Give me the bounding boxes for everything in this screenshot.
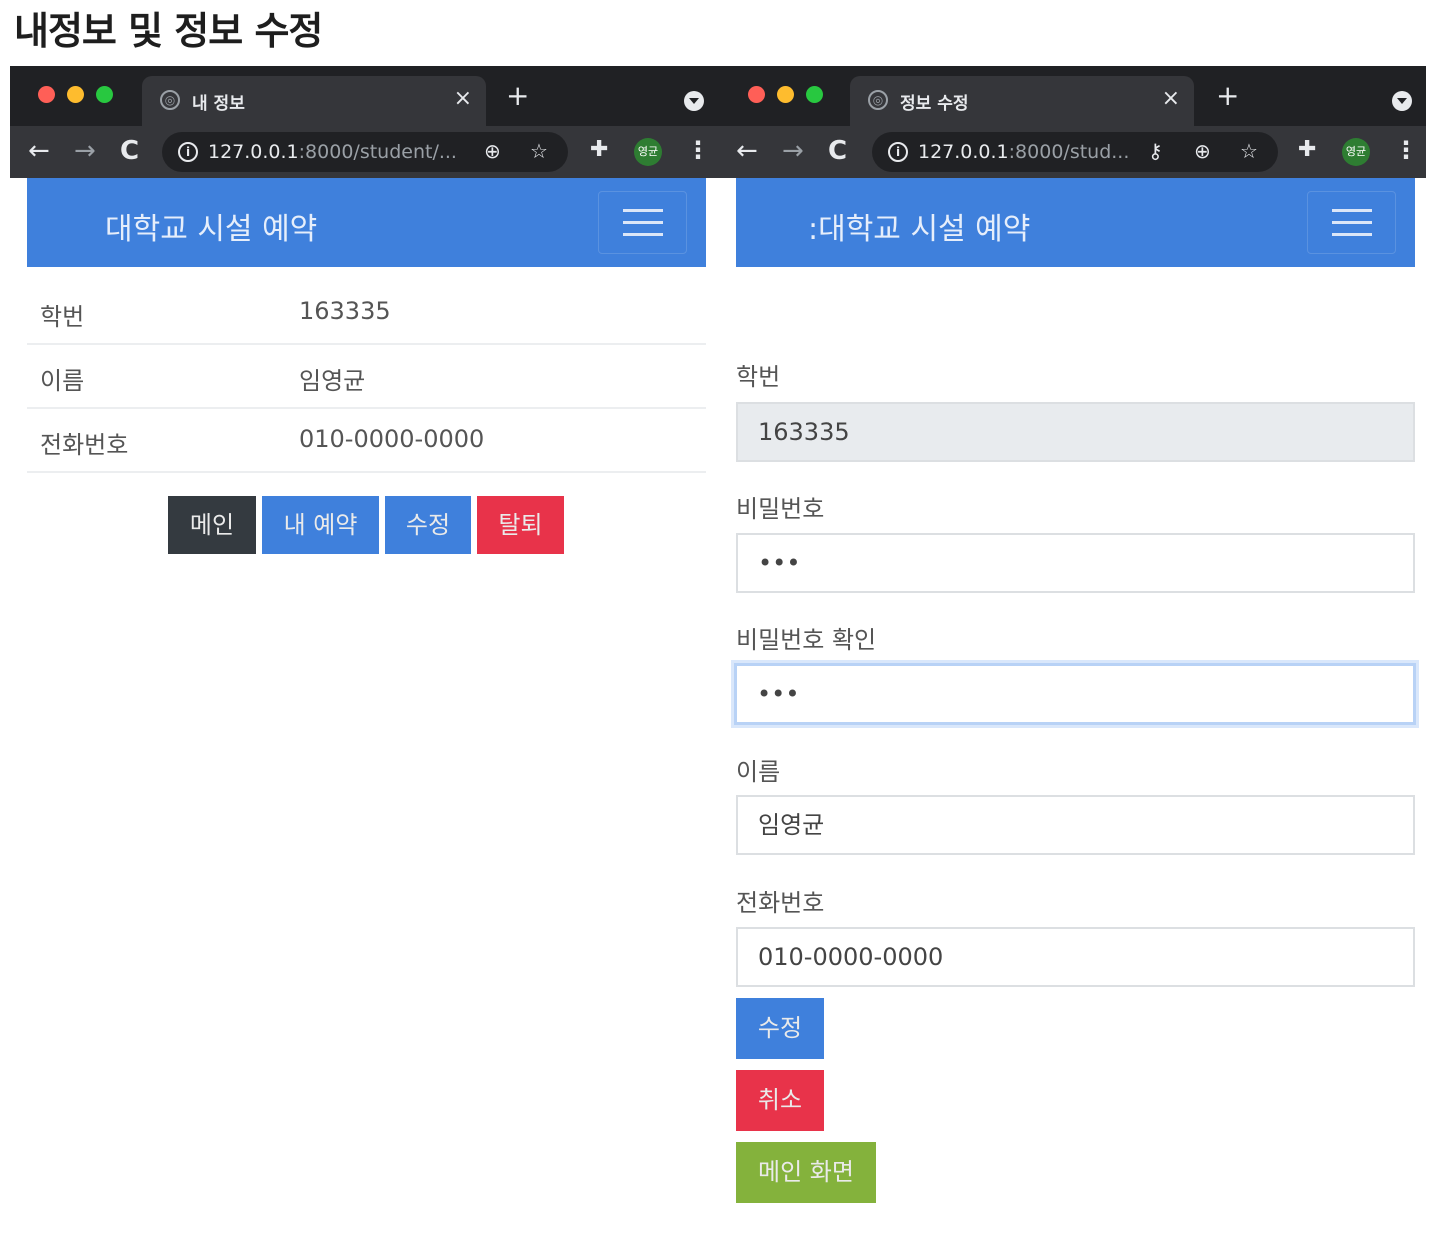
browser-toolbar: ← → C i 127.0.0.1:8000/student/... ⊕ ☆ ✚… (10, 126, 718, 178)
tab-title: 내 정보 (192, 94, 245, 114)
student-id-label: 학번 (736, 363, 781, 391)
address-bar[interactable]: i 127.0.0.1:8000/stud... ⚷ ⊕ ☆ (872, 132, 1278, 172)
tab-edit-info[interactable]: ◎ 정보 수정 × (850, 76, 1194, 126)
back-arrow-icon[interactable]: ← (28, 136, 50, 166)
profile-avatar[interactable]: 영균 (1342, 138, 1370, 166)
close-window-button[interactable] (748, 86, 765, 103)
phone-label: 전화번호 (736, 889, 825, 917)
extensions-icon[interactable]: ✚ (590, 137, 608, 162)
action-button-group: 메인 내 예약 수정 탈퇴 (10, 496, 718, 554)
forward-arrow-icon[interactable]: → (782, 136, 804, 166)
new-tab-icon[interactable]: + (506, 82, 529, 110)
bookmark-star-icon[interactable]: ☆ (1240, 139, 1258, 163)
table-row: 전화번호 010-0000-0000 (27, 409, 706, 473)
phone-label: 전화번호 (40, 431, 129, 459)
site-navbar: 대학교 시설 예약 (27, 178, 706, 267)
password-confirm-field[interactable]: ••• (734, 663, 1416, 725)
name-label: 이름 (736, 758, 781, 786)
name-label: 이름 (40, 367, 85, 395)
browser-menu-icon[interactable]: ⋮ (686, 136, 710, 164)
minimize-window-button[interactable] (777, 86, 794, 103)
address-bar[interactable]: i 127.0.0.1:8000/student/... ⊕ ☆ (162, 132, 568, 172)
tab-search-icon[interactable] (1392, 91, 1412, 111)
browser-window-my-info: ◎ 내 정보 × + ← → C i 127.0.0.1:8000/studen… (10, 66, 718, 1226)
password-label: 비밀번호 (736, 495, 825, 523)
url-text: 127.0.0.1:8000/stud... (918, 141, 1130, 163)
name-value: 임영균 (299, 367, 366, 395)
tab-my-info[interactable]: ◎ 내 정보 × (142, 76, 486, 126)
close-tab-icon[interactable]: × (454, 86, 472, 111)
minimize-window-button[interactable] (67, 86, 84, 103)
zoom-icon[interactable]: ⊕ (484, 139, 501, 163)
site-info-icon[interactable]: i (888, 142, 908, 162)
password-field[interactable]: ••• (736, 533, 1415, 593)
navbar-brand[interactable]: :대학교 시설 예약 (808, 204, 1030, 248)
extensions-icon[interactable]: ✚ (1298, 137, 1316, 162)
navbar-toggler-hamburger-icon[interactable] (598, 191, 687, 254)
phone-value: 010-0000-0000 (299, 425, 485, 453)
tab-title: 정보 수정 (900, 94, 969, 114)
submit-edit-button[interactable]: 수정 (736, 998, 824, 1059)
browser-chrome: ◎ 정보 수정 × + ← → C i 127.0.0.1:8000/stud.… (718, 66, 1426, 178)
forward-arrow-icon[interactable]: → (74, 136, 96, 166)
student-id-label: 학번 (40, 303, 85, 331)
tab-bar: ◎ 정보 수정 × + (718, 66, 1426, 126)
site-navbar: :대학교 시설 예약 (736, 178, 1415, 267)
table-row: 이름 임영균 (27, 345, 706, 409)
new-tab-icon[interactable]: + (1216, 82, 1239, 110)
profile-avatar[interactable]: 영균 (634, 138, 662, 166)
navbar-brand[interactable]: 대학교 시설 예약 (105, 204, 317, 248)
withdraw-button[interactable]: 탈퇴 (477, 496, 564, 554)
browser-chrome: ◎ 내 정보 × + ← → C i 127.0.0.1:8000/studen… (10, 66, 718, 178)
page-title: 내정보 및 정보 수정 (14, 9, 323, 53)
student-info-table: 학번 163335 이름 임영균 전화번호 010-0000-0000 (27, 281, 706, 473)
phone-field[interactable]: 010-0000-0000 (736, 927, 1415, 987)
student-id-field: 163335 (736, 402, 1415, 462)
browser-toolbar: ← → C i 127.0.0.1:8000/stud... ⚷ ⊕ ☆ ✚ 영… (718, 126, 1426, 178)
reload-icon[interactable]: C (828, 136, 847, 166)
tab-search-icon[interactable] (684, 91, 704, 111)
student-id-value: 163335 (299, 297, 391, 325)
tab-bar: ◎ 내 정보 × + (10, 66, 718, 126)
navbar-toggler-hamburger-icon[interactable] (1307, 191, 1396, 254)
cancel-button[interactable]: 취소 (736, 1070, 824, 1131)
globe-icon: ◎ (160, 90, 180, 110)
reload-icon[interactable]: C (120, 136, 139, 166)
name-field[interactable]: 임영균 (736, 795, 1415, 855)
back-arrow-icon[interactable]: ← (736, 136, 758, 166)
browser-window-edit-info: ◎ 정보 수정 × + ← → C i 127.0.0.1:8000/stud.… (718, 66, 1426, 1226)
main-screen-button[interactable]: 메인 화면 (736, 1142, 876, 1203)
table-row: 학번 163335 (27, 281, 706, 345)
browser-menu-icon[interactable]: ⋮ (1394, 136, 1418, 164)
edit-button[interactable]: 수정 (385, 496, 471, 554)
globe-icon: ◎ (868, 90, 888, 110)
zoom-icon[interactable]: ⊕ (1194, 139, 1211, 163)
url-text: 127.0.0.1:8000/student/... (208, 141, 457, 163)
password-confirm-label: 비밀번호 확인 (736, 626, 877, 654)
my-reservation-button[interactable]: 내 예약 (262, 496, 379, 554)
bookmark-star-icon[interactable]: ☆ (530, 139, 548, 163)
maximize-window-button[interactable] (96, 86, 113, 103)
password-key-icon[interactable]: ⚷ (1148, 139, 1163, 163)
close-window-button[interactable] (38, 86, 55, 103)
maximize-window-button[interactable] (806, 86, 823, 103)
main-button[interactable]: 메인 (168, 496, 256, 554)
site-info-icon[interactable]: i (178, 142, 198, 162)
close-tab-icon[interactable]: × (1162, 86, 1180, 111)
